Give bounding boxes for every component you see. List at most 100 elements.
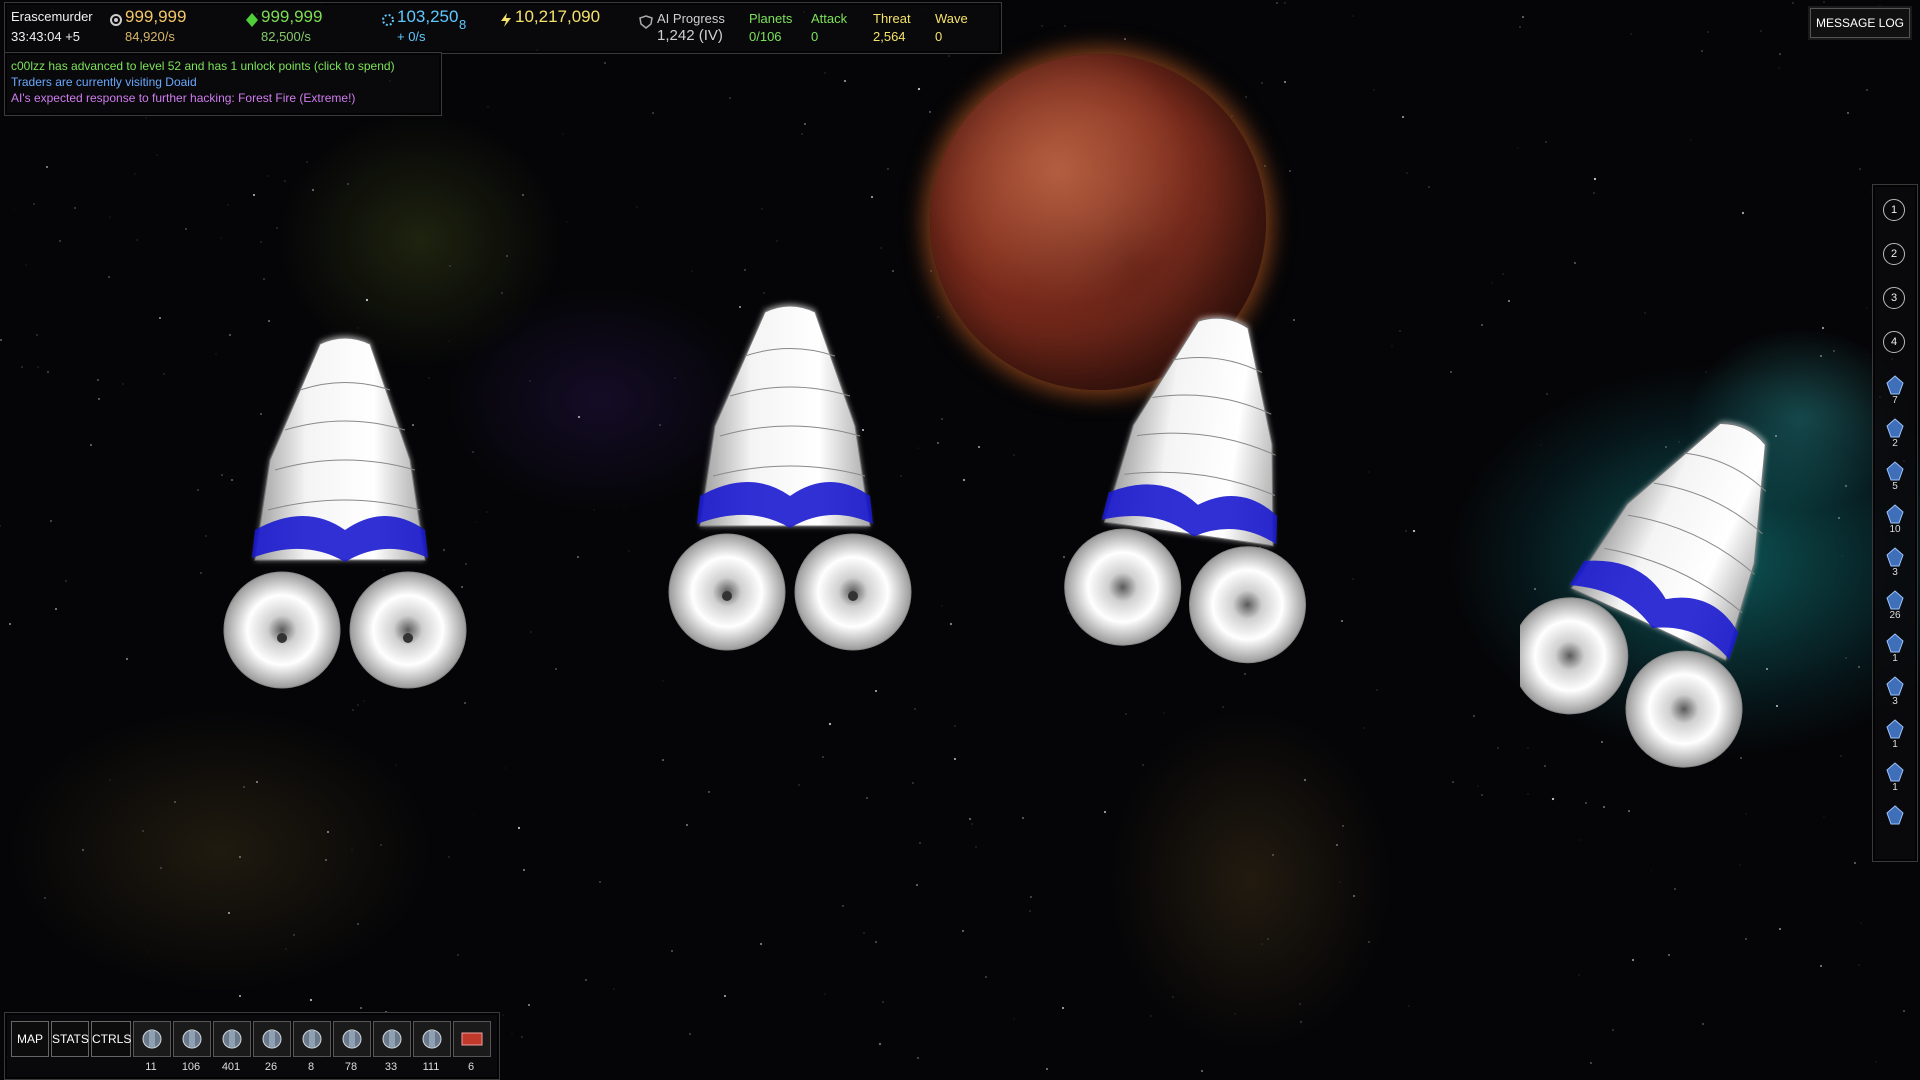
- fleet-count: 33: [384, 1061, 398, 1073]
- rebuilder-icon: [1886, 762, 1904, 782]
- engineer-icon: [1886, 719, 1904, 739]
- sidebar-fleet-item[interactable]: 26: [1881, 588, 1909, 622]
- sidebar-fleet-item[interactable]: [1881, 803, 1909, 837]
- hacking-rate: + 0/s: [397, 29, 426, 44]
- metal-rate: 84,920/s: [125, 29, 175, 44]
- fleet-slot[interactable]: [373, 1021, 411, 1057]
- sidebar-fleet-count: 1: [1892, 782, 1898, 793]
- fleet-count: 401: [221, 1061, 241, 1073]
- energy-value: 10,217,090: [515, 7, 601, 26]
- crystal-icon: [246, 13, 258, 27]
- raider-icon: [1886, 418, 1904, 438]
- control-group-1[interactable]: 1: [1883, 199, 1905, 221]
- crystal-value: 999,999: [261, 7, 323, 26]
- sidebar-fleet-item[interactable]: 7: [1881, 373, 1909, 407]
- hacking-response-message: AI's expected response to further hackin…: [11, 91, 356, 105]
- game-time: 33:43:04 +5: [11, 29, 81, 44]
- sidebar-fleet-count: 1: [1892, 739, 1898, 750]
- wave-value: 0: [935, 29, 943, 44]
- attack-value: 0: [811, 29, 819, 44]
- sidebar-fleet-count: 5: [1892, 481, 1898, 492]
- planets-value: 0/106: [749, 29, 782, 44]
- sidebar-fleet-item[interactable]: 1: [1881, 717, 1909, 751]
- metal-value: 999,999: [125, 7, 187, 26]
- spider-icon: [302, 1029, 322, 1049]
- sidebar-fleet-item[interactable]: 10: [1881, 502, 1909, 536]
- sidebar-fleet-count: 26: [1889, 610, 1901, 621]
- resource-bar: Erascemurder 33:43:04 +5 999,999 84,920/…: [4, 2, 1002, 54]
- control-group-4[interactable]: 4: [1883, 331, 1905, 353]
- sidebar-fleet-count: 2: [1892, 438, 1898, 449]
- ship-3[interactable]: [1055, 305, 1345, 675]
- level-up-message[interactable]: c00lzz has advanced to level 52 and has …: [11, 59, 395, 73]
- shield-generator-icon: [182, 1029, 202, 1049]
- fleet-slot[interactable]: [173, 1021, 211, 1057]
- sidebar-fleet-count: 3: [1892, 696, 1898, 707]
- metal-icon: [110, 14, 122, 26]
- turret-icon: [1886, 590, 1904, 610]
- traders-message: Traders are currently visiting Doaid: [11, 75, 197, 89]
- control-group-sidebar: 1 2 3 4 7 2 5 10 3 26 1 3 1 1: [1872, 184, 1918, 862]
- fleet-count: 26: [264, 1061, 278, 1073]
- sidebar-fleet-item[interactable]: 1: [1881, 631, 1909, 665]
- ship-1[interactable]: [210, 330, 480, 700]
- fleet-slot[interactable]: [133, 1021, 171, 1057]
- skull-icon: [382, 1029, 402, 1049]
- bomber-icon: [1886, 461, 1904, 481]
- sidebar-fleet-item[interactable]: 1: [1881, 760, 1909, 794]
- factory-icon: [422, 1029, 442, 1049]
- red-card-icon: [461, 1032, 483, 1046]
- sidebar-fleet-count: 1: [1892, 653, 1898, 664]
- attack-label: Attack: [811, 11, 848, 26]
- fleet-count: 106: [181, 1061, 201, 1073]
- missile-icon: [1886, 633, 1904, 653]
- mark-i-icon: [142, 1029, 162, 1049]
- map-button[interactable]: MAP: [11, 1021, 49, 1057]
- fleet-slot[interactable]: [333, 1021, 371, 1057]
- wave-label: Wave: [935, 11, 968, 26]
- frigate-icon: [1886, 504, 1904, 524]
- hacking-value: 103,250: [397, 7, 459, 26]
- fleet-count: 111: [422, 1061, 440, 1073]
- fleet-slot[interactable]: [413, 1021, 451, 1057]
- sidebar-fleet-item[interactable]: 3: [1881, 545, 1909, 579]
- energy-icon: [501, 13, 511, 27]
- message-log-button[interactable]: MESSAGE LOG: [1810, 8, 1910, 38]
- gravity-icon: [222, 1029, 242, 1049]
- fleet-slot[interactable]: [293, 1021, 331, 1057]
- sidebar-fleet-item[interactable]: 3: [1881, 674, 1909, 708]
- fleet-slot[interactable]: [253, 1021, 291, 1057]
- ship-4[interactable]: [1520, 400, 1820, 780]
- sidebar-fleet-count: 7: [1892, 395, 1898, 406]
- stats-button[interactable]: STATS: [51, 1021, 89, 1057]
- threat-label: Threat: [873, 11, 911, 26]
- guardian-icon: [262, 1029, 282, 1049]
- ai-progress-label: AI Progress: [657, 11, 725, 26]
- sidebar-fleet-item[interactable]: 2: [1881, 416, 1909, 450]
- fleet-slot[interactable]: [453, 1021, 491, 1057]
- fleet-count: 6: [467, 1061, 475, 1073]
- ship-2[interactable]: [655, 296, 925, 666]
- ai-shield-icon: [639, 15, 653, 29]
- hacking-icon: [382, 14, 394, 26]
- control-group-2[interactable]: 2: [1883, 243, 1905, 265]
- fleet-count: 8: [307, 1061, 315, 1073]
- control-group-3[interactable]: 3: [1883, 287, 1905, 309]
- flagship-icon: [1886, 805, 1904, 825]
- planets-label: Planets: [749, 11, 793, 26]
- sidebar-fleet-count: 3: [1892, 567, 1898, 578]
- bottom-bar: MAP STATS CTRLS 11 106 401 26 8 78 33 111 6: [4, 1012, 500, 1080]
- fighter-icon: [1886, 375, 1904, 395]
- cruiser-icon: [1886, 547, 1904, 567]
- ctrls-button[interactable]: CTRLS: [91, 1021, 131, 1057]
- message-panel: c00lzz has advanced to level 52 and has …: [4, 52, 442, 116]
- player-name: Erascemurder: [11, 9, 93, 24]
- crystal-rate: 82,500/s: [261, 29, 311, 44]
- fleet-count: 78: [344, 1061, 358, 1073]
- sidebar-fleet-count: 10: [1889, 524, 1901, 535]
- fleet-slot[interactable]: [213, 1021, 251, 1057]
- sidebar-fleet-item[interactable]: 5: [1881, 459, 1909, 493]
- threat-value: 2,564: [873, 29, 906, 44]
- fleet-count: 11: [145, 1061, 157, 1073]
- diamond-icon: [342, 1029, 362, 1049]
